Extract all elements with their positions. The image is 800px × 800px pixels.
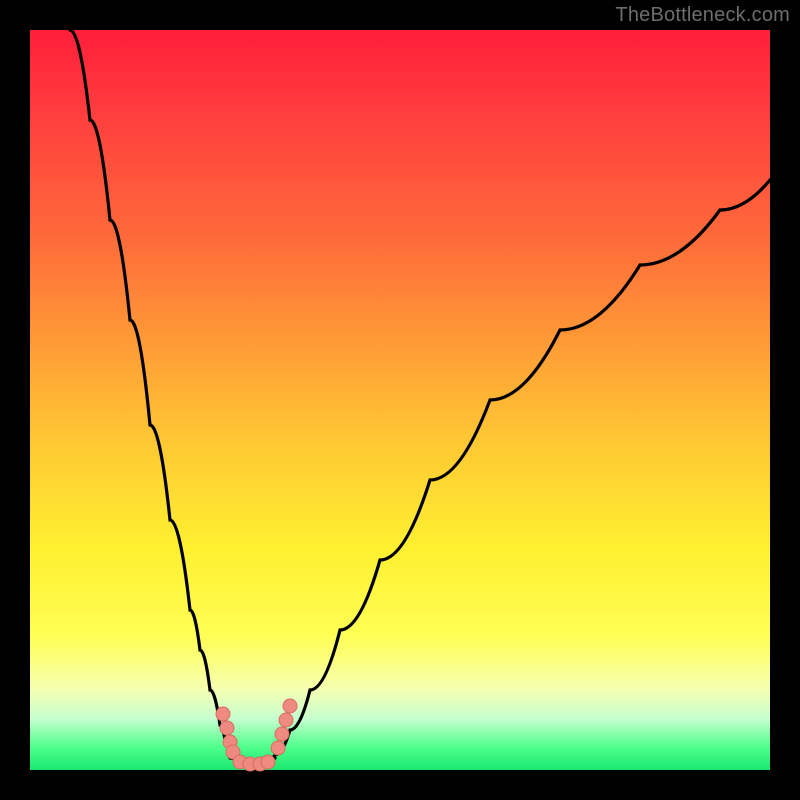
- data-marker: [283, 699, 297, 713]
- data-marker: [220, 721, 234, 735]
- data-marker: [275, 727, 289, 741]
- data-marker: [261, 755, 275, 769]
- curve-left-branch: [70, 30, 245, 762]
- marker-group: [216, 699, 297, 771]
- chart-svg: [30, 30, 770, 770]
- curve-right-branch: [265, 180, 770, 762]
- outer-frame: TheBottleneck.com: [0, 0, 800, 800]
- data-marker: [271, 741, 285, 755]
- data-marker: [279, 713, 293, 727]
- data-marker: [216, 707, 230, 721]
- watermark-text: TheBottleneck.com: [615, 4, 790, 27]
